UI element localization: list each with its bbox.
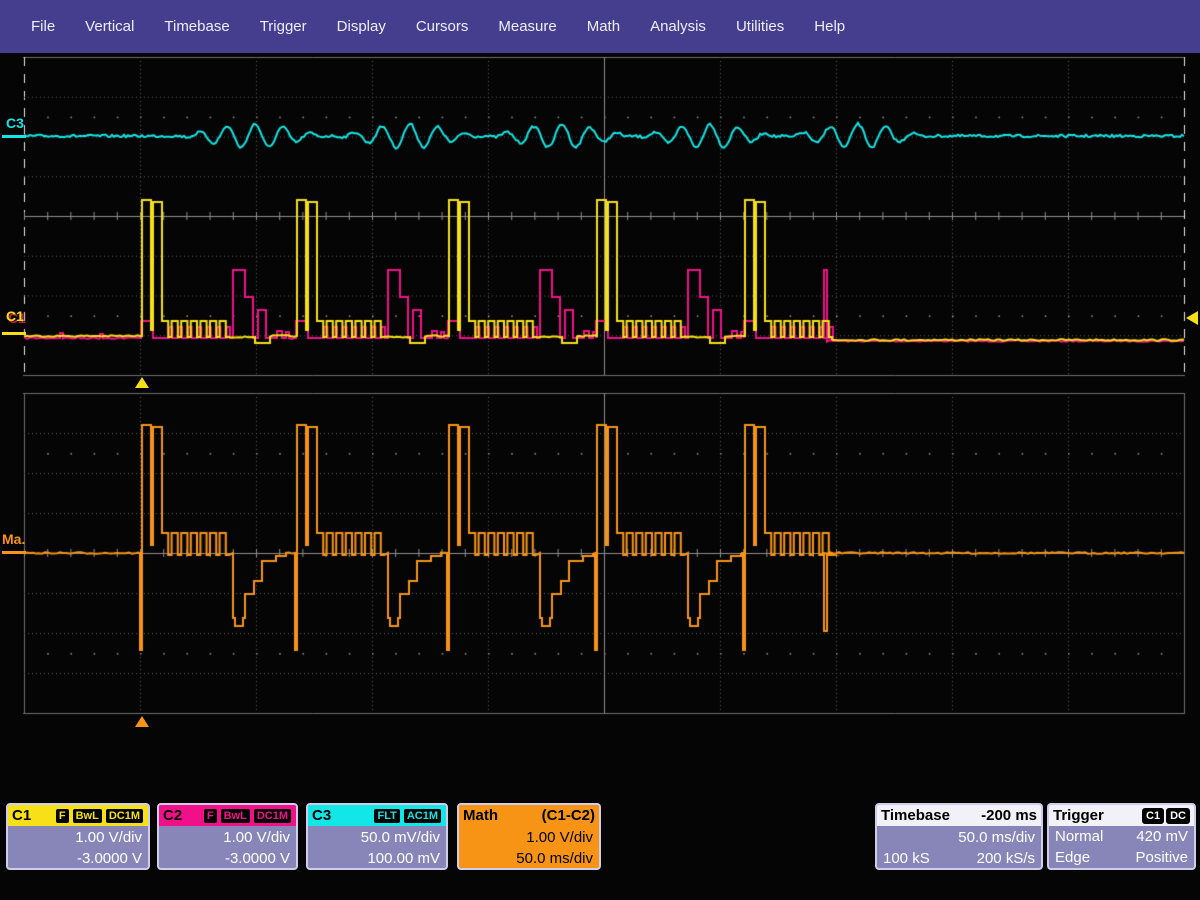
c2-descriptor-box[interactable]: C2 F BwL DC1M 1.00 V/div -3.0000 V [157,803,298,870]
c3-offset: 100.00 mV [314,848,440,869]
math-header: Math (C1-C2) [459,805,599,826]
trigger-name: Trigger [1053,807,1104,824]
math-zero-indicator [2,551,26,554]
trigger-time-marker-top[interactable] [135,377,149,388]
c3-settings: 50.0 mV/div 100.00 mV [308,826,446,869]
menu-display[interactable]: Display [322,12,401,41]
menu-measure[interactable]: Measure [483,12,571,41]
menu-timebase[interactable]: Timebase [149,12,244,41]
c1-name: C1 [12,807,31,824]
math-trace-label[interactable]: Ma. [2,533,25,546]
c3-filter-badge: FLT [373,808,400,824]
c3-vdiv: 50.0 mV/div [314,827,440,848]
menu-math[interactable]: Math [572,12,635,41]
menu-bar: File Vertical Timebase Trigger Display C… [0,0,1200,53]
c2-coupling-badge-f: F [203,808,218,824]
c3-header: C3 FLT AC1M [308,805,446,826]
trigger-row-1: Normal 420 mV [1049,826,1194,847]
c1-offset: -3.0000 V [14,848,142,869]
trigger-time-marker-bottom[interactable] [135,716,149,727]
c2-vdiv: 1.00 V/div [165,827,290,848]
trigger-level: 420 mV [1136,826,1188,847]
timebase-delay: -200 ms [981,807,1037,824]
menu-help[interactable]: Help [799,12,860,41]
c1-vdiv: 1.00 V/div [14,827,142,848]
c3-descriptor-box[interactable]: C3 FLT AC1M 50.0 mV/div 100.00 mV [306,803,448,870]
menu-utilities[interactable]: Utilities [721,12,799,41]
trigger-type: Edge [1055,847,1090,868]
c1-header: C1 F BwL DC1M [8,805,148,826]
math-descriptor-box[interactable]: Math (C1-C2) 1.00 V/div 50.0 ms/div [457,803,601,870]
trigger-coupling-badge: DC [1166,808,1190,824]
c3-coupling-badge: AC1M [403,808,442,824]
c1-coupling-badge: DC1M [105,808,144,824]
menu-trigger[interactable]: Trigger [245,12,322,41]
c1-zero-indicator [2,332,26,335]
timebase-tdiv: 50.0 ms/div [877,826,1041,848]
trigger-level-marker[interactable] [1186,311,1198,325]
math-settings: 1.00 V/div 50.0 ms/div [459,826,599,869]
menu-vertical[interactable]: Vertical [70,12,149,41]
timebase-name: Timebase [881,807,950,824]
waveform-display[interactable] [0,0,1200,900]
menu-file[interactable]: File [16,12,70,41]
math-name: Math [463,807,498,824]
c2-bwl-badge: BwL [220,808,251,824]
c2-header: C2 F BwL DC1M [159,805,296,826]
math-tdiv: 50.0 ms/div [465,848,593,869]
trigger-mode: Normal [1055,826,1103,847]
timebase-sampling: 100 kS 200 kS/s [877,848,1041,869]
c1-coupling-badge-f: F [55,808,70,824]
c2-settings: 1.00 V/div -3.0000 V [159,826,296,869]
trigger-slope: Positive [1135,847,1188,868]
c3-zero-indicator [2,135,26,138]
trigger-descriptor-box[interactable]: Trigger C1 DC Normal 420 mV Edge Positiv… [1047,803,1196,870]
c1-descriptor-box[interactable]: C1 F BwL DC1M 1.00 V/div -3.0000 V [6,803,150,870]
math-vdiv: 1.00 V/div [465,827,593,848]
menu-cursors[interactable]: Cursors [401,12,484,41]
timebase-rate: 200 kS/s [977,848,1035,869]
trigger-row-2: Edge Positive [1049,847,1194,868]
timebase-header: Timebase -200 ms [877,805,1041,826]
c2-offset: -3.0000 V [165,848,290,869]
trigger-source-badge: C1 [1142,808,1164,824]
menu-analysis[interactable]: Analysis [635,12,721,41]
c2-coupling-badge: DC1M [253,808,292,824]
timebase-samples: 100 kS [883,848,930,869]
timebase-descriptor-box[interactable]: Timebase -200 ms 50.0 ms/div 100 kS 200 … [875,803,1043,870]
c1-settings: 1.00 V/div -3.0000 V [8,826,148,869]
trigger-header: Trigger C1 DC [1049,805,1194,826]
c3-name: C3 [312,807,331,824]
c3-trace-label[interactable]: C3 [6,117,24,130]
math-formula: (C1-C2) [542,807,595,824]
c1-trace-label[interactable]: C1 [6,310,24,323]
c1-bwl-badge: BwL [72,808,103,824]
c2-name: C2 [163,807,182,824]
oscilloscope-screen: File Vertical Timebase Trigger Display C… [0,0,1200,900]
